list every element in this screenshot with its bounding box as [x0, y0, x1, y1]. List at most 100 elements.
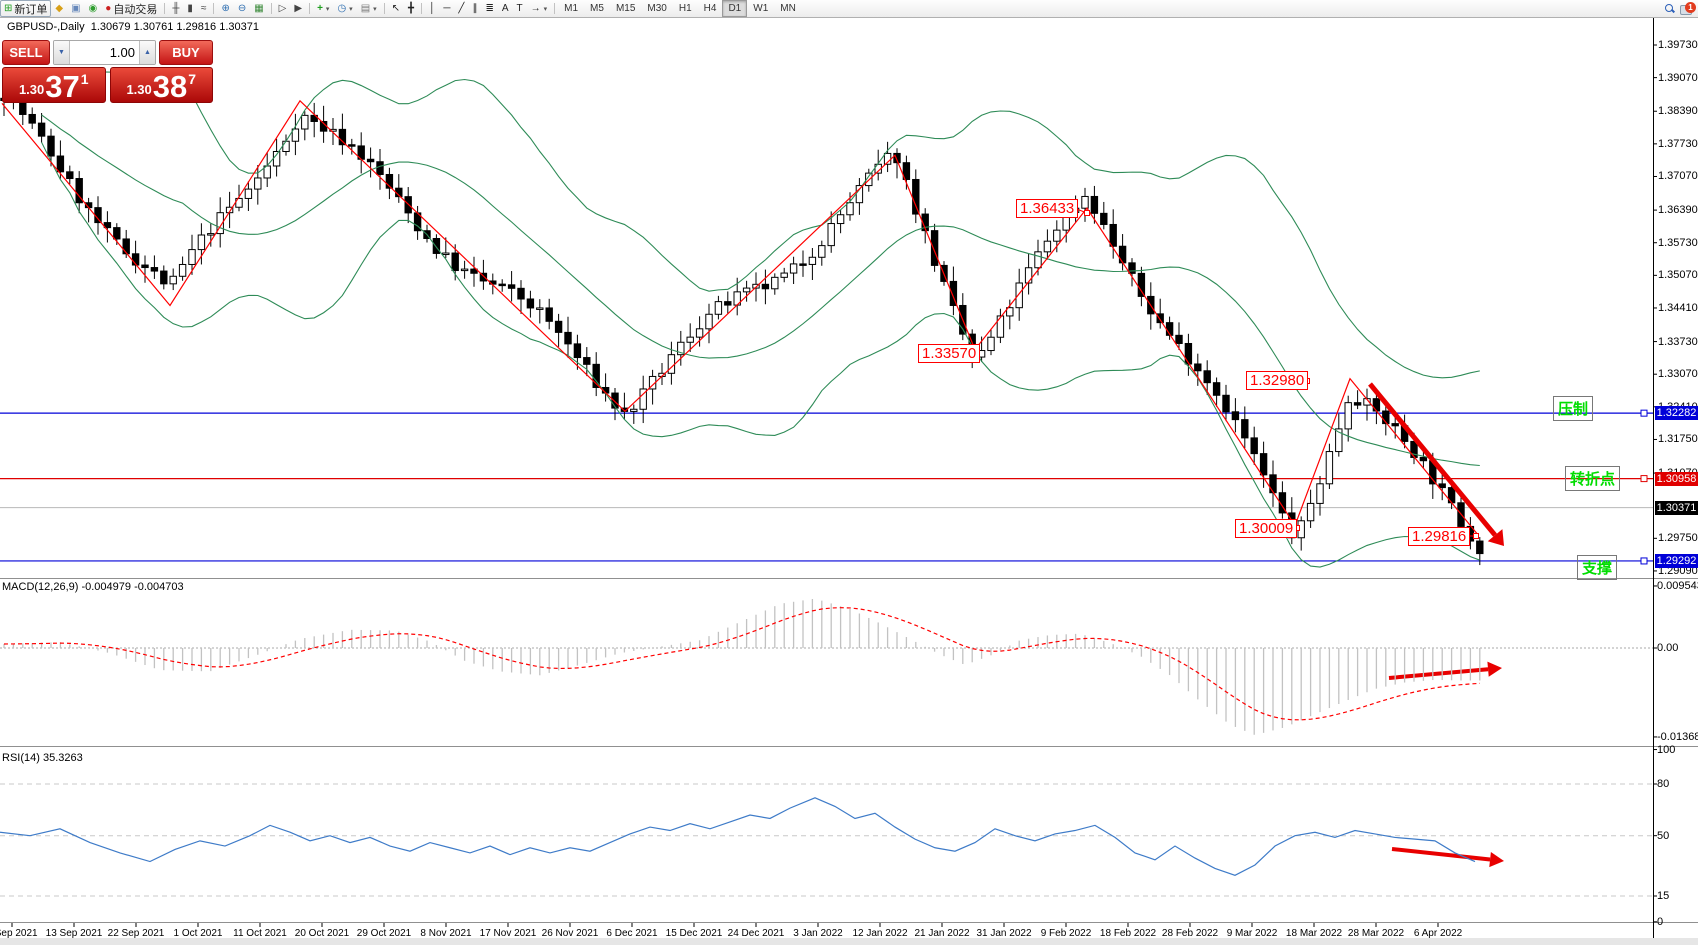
price-tag: 1.32980: [1246, 371, 1308, 390]
volume-input[interactable]: [70, 41, 139, 64]
market-watch-button[interactable]: ◆: [51, 0, 67, 17]
price-axis-label: 1.33070: [1658, 368, 1698, 380]
chart-title: GBPUSD-,Daily 1.30679 1.30761 1.29816 1.…: [7, 21, 259, 33]
toolbar-right: 1: [1665, 0, 1694, 17]
date-label: 8 Nov 2021: [420, 928, 471, 939]
volume-decrease-button[interactable]: ▼: [54, 41, 70, 64]
crosshair-icon: ╋: [408, 1, 414, 16]
price-axis-label: 1.37070: [1658, 170, 1698, 182]
price-axis-label: 1.31750: [1658, 433, 1698, 445]
candle-chart-button[interactable]: ▮: [183, 0, 197, 17]
sell-button[interactable]: SELL: [2, 40, 50, 65]
rsi-header: RSI(14) 35.3263: [2, 752, 83, 764]
buy-button[interactable]: BUY: [159, 40, 213, 65]
date-label: 20 Oct 2021: [295, 928, 349, 939]
bollinger-band-line: [42, 142, 1480, 567]
price-axis-label: 1.39070: [1658, 72, 1698, 84]
trendline-icon: ╱: [458, 1, 464, 16]
autotrade-button[interactable]: ●自动交易: [101, 0, 161, 17]
toolbar-separator: [421, 3, 422, 14]
one-click-trade-panel: SELL ▼ ▲ BUY 1.30 37 1 1.30 38 7: [2, 40, 213, 103]
zoom-in-button[interactable]: ⊕: [217, 0, 233, 17]
arrows-button[interactable]: →▾: [527, 0, 552, 17]
timeframe-button-m30[interactable]: M30: [641, 0, 672, 17]
terminal-button[interactable]: ▣: [67, 0, 84, 17]
toolbar-separator: [164, 3, 165, 14]
templates-icon: ▤: [361, 1, 370, 16]
zoom-out-button[interactable]: ⊖: [234, 0, 250, 17]
rsi-axis-label: 100: [1657, 744, 1675, 756]
date-label: 9 Feb 2022: [1041, 928, 1092, 939]
text-button[interactable]: A: [498, 0, 513, 17]
indicators-button[interactable]: +▾: [313, 0, 333, 17]
channel-button[interactable]: ∥: [468, 0, 481, 17]
date-label: 2 Sep 2021: [0, 928, 38, 939]
sell-price-sup: 1: [81, 71, 89, 87]
timeframe-button-d1[interactable]: D1: [722, 0, 747, 17]
templates-button[interactable]: ▤▾: [357, 0, 381, 17]
macd-axis-label: 0.009543: [1657, 580, 1698, 592]
price-chart-canvas[interactable]: [0, 0, 1698, 945]
date-label: 29 Oct 2021: [357, 928, 411, 939]
periods-button[interactable]: ◷▾: [333, 0, 356, 17]
rsi-axis-label: 0: [1657, 916, 1663, 928]
crosshair-button[interactable]: ╋: [404, 0, 418, 17]
date-label: 31 Jan 2022: [976, 928, 1031, 939]
timeframe-button-m15[interactable]: M15: [610, 0, 641, 17]
horizontal-line-icon: ─: [443, 1, 450, 16]
macd-axis-label: -0.013684: [1657, 731, 1698, 743]
rsi-axis-label: 15: [1657, 890, 1669, 902]
zigzag-line: [2, 101, 1478, 535]
date-label: 17 Nov 2021: [480, 928, 537, 939]
bar-chart-button[interactable]: ╫: [168, 0, 183, 17]
horizontal-line-button[interactable]: ─: [439, 0, 454, 17]
line-handle: [1641, 410, 1647, 416]
timeframe-button-m1[interactable]: M1: [558, 0, 584, 17]
trendline-button[interactable]: ╱: [454, 0, 468, 17]
sell-price-big: 37: [45, 73, 79, 100]
date-label: 12 Jan 2022: [852, 928, 907, 939]
chevron-down-icon: ▾: [326, 5, 330, 13]
rsi-axis-label: 80: [1657, 778, 1669, 790]
timeframe-button-h1[interactable]: H1: [673, 0, 698, 17]
date-label: 6 Dec 2021: [606, 928, 657, 939]
chat-icon[interactable]: 1: [1680, 3, 1694, 15]
vertical-line-button[interactable]: │: [425, 0, 439, 17]
search-icon[interactable]: [1665, 4, 1674, 13]
macd-axis-label: 0.00: [1657, 642, 1678, 654]
cursor-button[interactable]: ↖: [388, 0, 404, 17]
zoom-out-icon: ⊖: [238, 1, 246, 16]
date-label: 28 Feb 2022: [1162, 928, 1218, 939]
arrows-icon: →: [531, 1, 541, 16]
tile-windows-button[interactable]: ▦: [250, 0, 267, 17]
annotation-label: 压制: [1553, 396, 1593, 421]
date-label: 21 Jan 2022: [914, 928, 969, 939]
fibonacci-button[interactable]: ≣: [481, 0, 497, 17]
volume-increase-button[interactable]: ▲: [139, 41, 155, 64]
rsi-axis-label: 50: [1657, 830, 1669, 842]
price-tag: 1.36433: [1016, 199, 1078, 218]
price-tag: 1.33570: [918, 344, 980, 363]
line-chart-icon: ≈: [201, 1, 207, 16]
label-button[interactable]: T: [513, 0, 527, 17]
buy-price-box[interactable]: 1.30 38 7: [110, 67, 214, 103]
timeframe-button-h4[interactable]: H4: [698, 0, 723, 17]
bar-chart-icon: ╫: [172, 1, 179, 16]
chart-shift-button[interactable]: ▶: [290, 0, 306, 17]
new-order-button[interactable]: ⊞新订单: [0, 0, 51, 17]
date-label: 28 Mar 2022: [1348, 928, 1404, 939]
line-chart-button[interactable]: ≈: [197, 0, 211, 17]
timeframe-button-w1[interactable]: W1: [747, 0, 774, 17]
autotrade-button-label: 自动交易: [113, 1, 157, 17]
toolbar-separator: [309, 3, 310, 14]
timeframe-button-mn[interactable]: MN: [774, 0, 802, 17]
date-label: 24 Dec 2021: [728, 928, 785, 939]
macd-signal-line: [4, 608, 1480, 720]
signals-button[interactable]: ◉: [85, 0, 102, 17]
sell-price-box[interactable]: 1.30 37 1: [2, 67, 106, 103]
date-label: 11 Oct 2021: [233, 928, 287, 939]
mt4-window: { "toolbar": { "groups": [ {"buttons": […: [0, 0, 1698, 945]
auto-scroll-button[interactable]: ▷: [275, 0, 291, 17]
candle-chart-icon: ▮: [187, 1, 193, 16]
timeframe-button-m5[interactable]: M5: [584, 0, 610, 17]
